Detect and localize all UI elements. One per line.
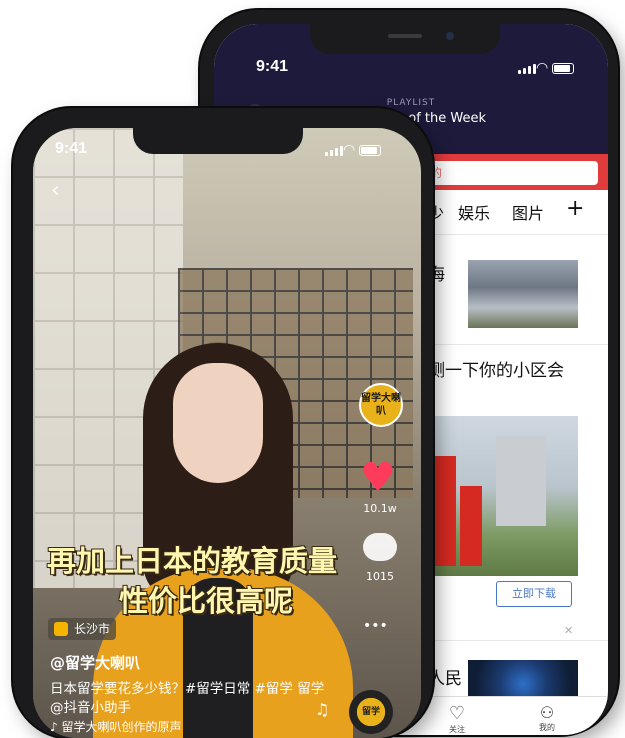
username[interactable]: @留学大喇叭 <box>50 652 140 673</box>
news-thumbnail[interactable] <box>468 660 578 700</box>
add-tab-button[interactable]: + <box>566 196 584 221</box>
person-face <box>173 363 263 483</box>
notch <box>133 128 303 154</box>
ad-image[interactable] <box>426 416 578 576</box>
battery-icon <box>552 63 574 74</box>
speaker <box>388 34 422 38</box>
wifi-icon: ◠ <box>536 60 549 76</box>
playlist-label: PLAYLIST <box>386 98 436 108</box>
creator-avatar[interactable]: 留学大喇叭 <box>359 383 403 427</box>
news-item-title[interactable]: 测一下你的小区会 <box>428 356 608 381</box>
music-disc-icon[interactable]: 留学 <box>349 690 393 734</box>
close-icon[interactable]: ✕ <box>564 624 573 637</box>
heart-icon: ♡ <box>448 703 466 724</box>
location-tag[interactable]: 长沙市 <box>48 618 117 640</box>
location-pin-icon <box>54 622 68 636</box>
caption-line-2: 性价比很高呢 <box>119 584 294 618</box>
disc-label: 留学 <box>361 707 380 717</box>
front-phone: ‹ 9:41 ◠ 留学大喇叭 ♥ 10.1w 1015 再加上日本的教育质量 性… <box>13 108 433 738</box>
avatar-label: 留学大喇叭 <box>361 393 401 417</box>
nav-label: 我的 <box>539 723 555 732</box>
bar-graphic <box>460 486 482 566</box>
front-phone-screen: ‹ 9:41 ◠ 留学大喇叭 ♥ 10.1w 1015 再加上日本的教育质量 性… <box>33 128 421 738</box>
battery-icon <box>359 145 381 156</box>
building-graphic <box>496 436 546 526</box>
more-icon[interactable]: ••• <box>363 618 388 634</box>
status-time: 9:41 <box>256 58 289 75</box>
tab-entertainment[interactable]: 娱乐 <box>458 200 490 224</box>
comment-icon[interactable] <box>363 533 397 561</box>
music-title[interactable]: ♪ 留学大喇叭创作的原声 <box>50 718 181 735</box>
nav-profile[interactable]: ⚇ 我的 <box>532 703 562 733</box>
like-count: 10.1w <box>363 502 397 515</box>
tab-pictures[interactable]: 图片 <box>512 200 544 224</box>
person-icon: ⚇ <box>539 703 555 722</box>
signal-icon <box>518 64 536 74</box>
back-chevron-icon[interactable]: ‹ <box>51 178 60 203</box>
comment-count: 1015 <box>366 570 394 583</box>
heart-icon[interactable]: ♥ <box>360 458 396 498</box>
location-text: 长沙市 <box>74 622 111 636</box>
video-description[interactable]: 日本留学要花多少钱？#留学日常 #留学 留学 @抖音小助手 <box>50 680 330 718</box>
nav-follow[interactable]: ♡ 关注 <box>442 703 472 735</box>
signal-icon <box>325 146 343 156</box>
download-button[interactable]: 立即下载 <box>496 581 572 607</box>
news-thumbnail[interactable] <box>468 260 578 328</box>
caption-line-1: 再加上日本的教育质量 <box>47 544 338 578</box>
wifi-icon: ◠ <box>343 142 356 158</box>
status-time: 9:41 <box>55 140 88 157</box>
notch <box>310 24 500 54</box>
camera <box>446 32 454 40</box>
